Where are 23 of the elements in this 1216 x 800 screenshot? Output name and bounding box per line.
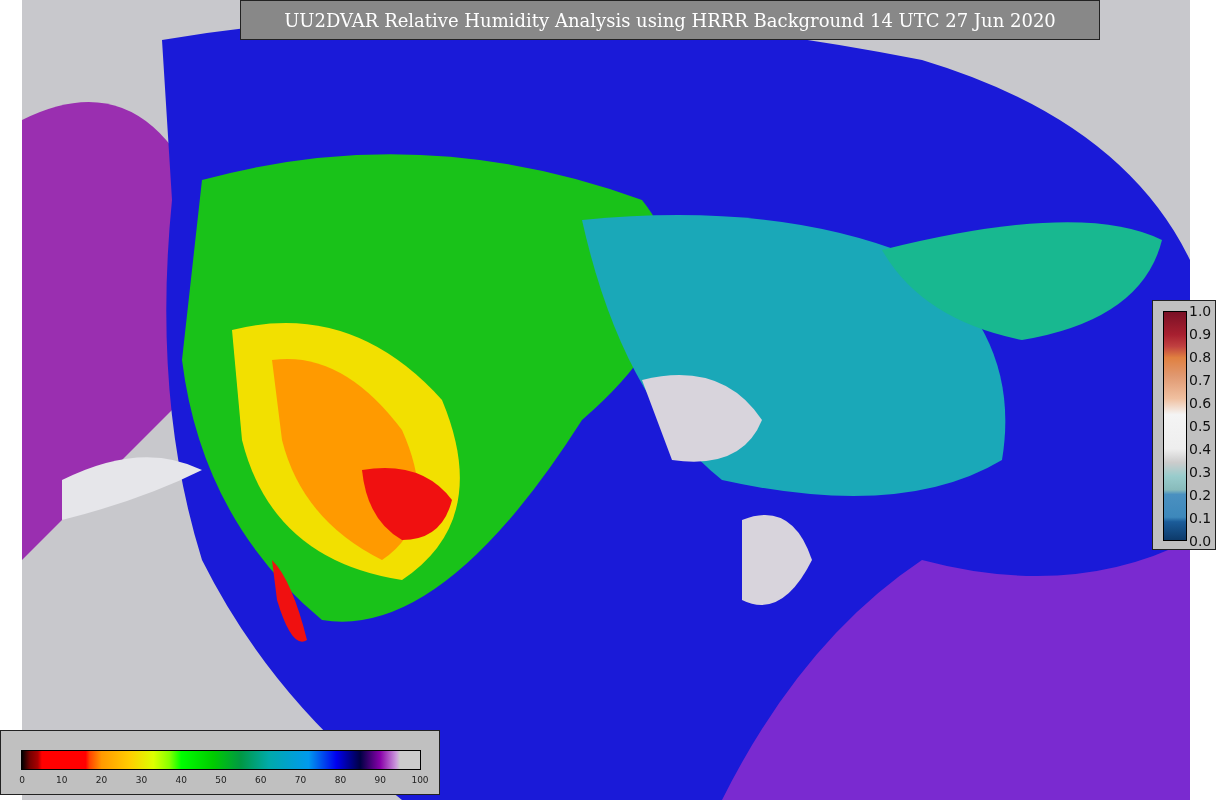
colorbar-label: 0.5	[1189, 417, 1212, 435]
colorbar-label: 0.1	[1189, 509, 1212, 527]
colorbar-label: 0.0	[1189, 532, 1212, 550]
colorbar-label: 60	[255, 775, 267, 785]
colorbar-label: 1.0	[1189, 302, 1212, 320]
colorbar-label: 70	[294, 775, 307, 785]
colorbar-label: 0.2	[1189, 486, 1212, 504]
chart-title: UU2DVAR Relative Humidity Analysis using HRRR Background 14 UTC 27 Jun 2020	[240, 0, 1100, 40]
colorbar-label: 50	[215, 775, 227, 785]
colorbar-label: 0.7	[1189, 371, 1212, 389]
colorbar-label: 0.3	[1189, 463, 1212, 481]
colorbar-label: 30	[135, 775, 148, 785]
colorbar-label: 80	[334, 775, 347, 785]
colorbar-label: 10	[56, 775, 68, 785]
colorbar-label: 20	[95, 775, 108, 785]
colorbar-label: 40	[175, 775, 187, 785]
colorbar-label: 0.9	[1189, 325, 1212, 343]
colorbar-label: 0.6	[1189, 394, 1212, 412]
colorbar-label: 90	[374, 775, 386, 785]
colorbar-label: 0	[19, 775, 25, 785]
colorbar-label: 100	[411, 775, 429, 785]
colorbar-label: 0.4	[1189, 440, 1212, 458]
colorbar-label: 0.8	[1189, 348, 1212, 366]
